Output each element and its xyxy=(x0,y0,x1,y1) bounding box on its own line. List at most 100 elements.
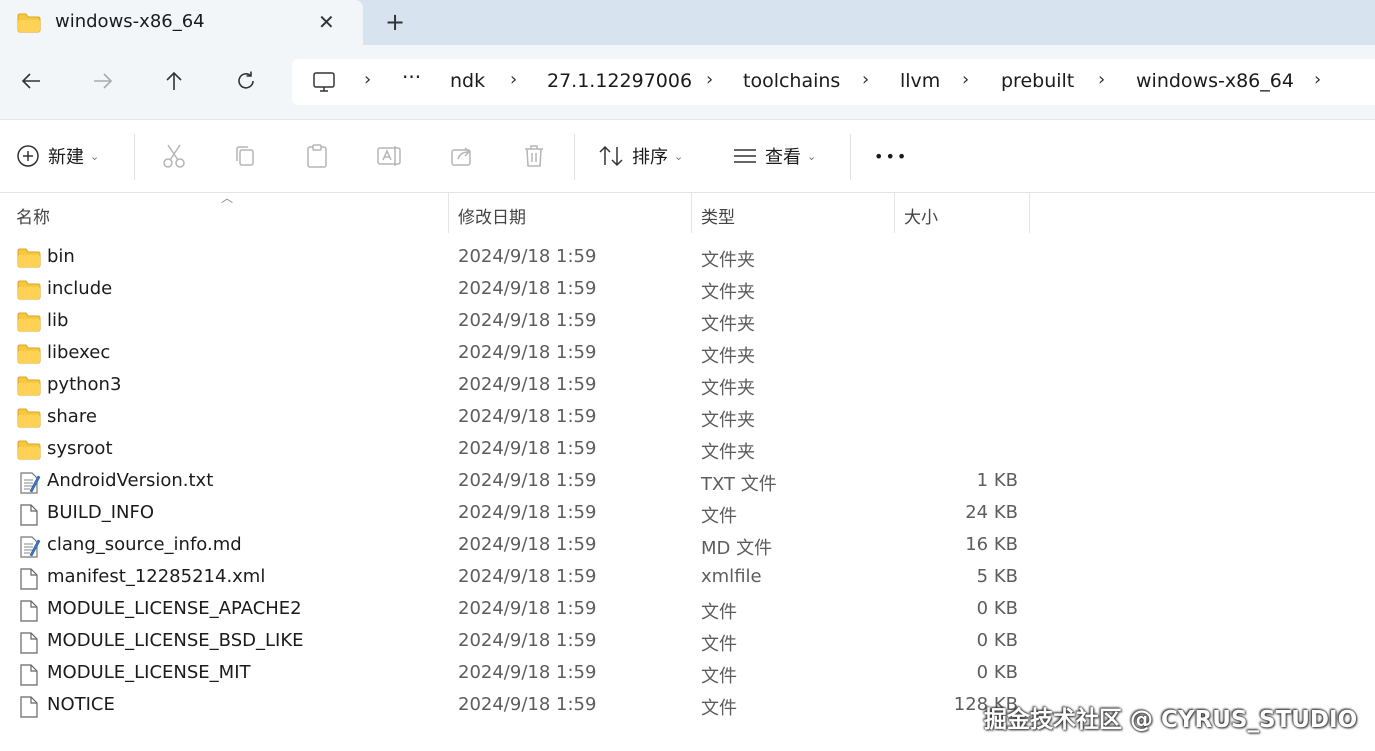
file-name: MODULE_LICENSE_APACHE2 xyxy=(47,598,302,619)
file-row[interactable]: bin 2024/9/18 1:59 文件夹 xyxy=(0,242,1375,274)
chevron-right-icon[interactable]: › xyxy=(706,69,713,90)
column-size[interactable]: 大小 xyxy=(904,203,938,228)
rename-icon xyxy=(377,146,401,166)
file-date: 2024/9/18 1:59 xyxy=(458,598,597,619)
file-row[interactable]: MODULE_LICENSE_MIT 2024/9/18 1:59 文件 0 KB xyxy=(0,658,1375,690)
share-button[interactable] xyxy=(450,142,474,170)
file-row[interactable]: share 2024/9/18 1:59 文件夹 xyxy=(0,402,1375,434)
file-date: 2024/9/18 1:59 xyxy=(458,342,597,363)
text-file-icon xyxy=(20,472,41,494)
column-divider[interactable] xyxy=(1029,193,1030,233)
column-date[interactable]: 修改日期 xyxy=(458,203,526,228)
file-row[interactable]: MODULE_LICENSE_APACHE2 2024/9/18 1:59 文件 0 … xyxy=(0,594,1375,626)
more-options-icon[interactable]: ••• xyxy=(874,142,908,170)
column-header: ︿ 名称 修改日期 类型 大小 xyxy=(0,191,1375,235)
arrow-right-icon xyxy=(94,73,113,89)
file-date: 2024/9/18 1:59 xyxy=(458,278,597,299)
file-icon xyxy=(20,696,38,718)
rename-button[interactable] xyxy=(377,142,403,170)
breadcrumb-prebuilt[interactable]: prebuilt xyxy=(1001,70,1074,92)
toolbar-divider xyxy=(850,134,851,180)
file-type: 文件夹 xyxy=(701,410,755,431)
breadcrumb-version[interactable]: 27.1.12297006 xyxy=(547,70,692,92)
folder-icon xyxy=(17,312,41,332)
tab-windows-x86_64[interactable]: windows-x86_64 ✕ xyxy=(0,0,363,45)
breadcrumb-llvm[interactable]: llvm xyxy=(900,70,940,92)
column-divider[interactable] xyxy=(894,193,895,233)
toolbar-divider xyxy=(574,134,575,180)
file-row[interactable]: MODULE_LICENSE_BSD_LIKE 2024/9/18 1:59 文件 0… xyxy=(0,626,1375,658)
file-date: 2024/9/18 1:59 xyxy=(458,438,597,459)
file-row[interactable]: include 2024/9/18 1:59 文件夹 xyxy=(0,274,1375,306)
column-divider[interactable] xyxy=(448,193,449,233)
folder-icon xyxy=(17,13,41,33)
breadcrumb-ndk[interactable]: ndk xyxy=(450,70,485,92)
file-date: 2024/9/18 1:59 xyxy=(458,310,597,331)
address-bar[interactable]: › ··· ndk › 27.1.12297006 › toolchains ›… xyxy=(292,59,1375,105)
chevron-right-icon[interactable]: › xyxy=(1314,69,1321,90)
paste-button[interactable] xyxy=(305,142,329,170)
file-row[interactable]: AndroidVersion.txt 2024/9/18 1:59 TXT 文件 1 … xyxy=(0,466,1375,498)
chevron-right-icon[interactable]: › xyxy=(364,69,371,90)
back-button[interactable] xyxy=(16,66,46,96)
forward-button[interactable] xyxy=(88,66,118,96)
file-size: 16 KB xyxy=(965,534,1018,555)
new-tab-icon[interactable]: + xyxy=(385,8,405,36)
file-size: 5 KB xyxy=(976,566,1018,587)
cut-button[interactable] xyxy=(162,142,186,170)
file-type: 文件夹 xyxy=(701,346,755,367)
file-date: 2024/9/18 1:59 xyxy=(458,566,597,587)
file-row[interactable]: clang_source_info.md 2024/9/18 1:59 MD 文件 1… xyxy=(0,530,1375,562)
file-row[interactable]: manifest_12285214.xml 2024/9/18 1:59 xmlfi… xyxy=(0,562,1375,594)
file-row[interactable]: BUILD_INFO 2024/9/18 1:59 文件 24 KB xyxy=(0,498,1375,530)
close-tab-icon[interactable]: ✕ xyxy=(318,9,335,35)
new-button[interactable]: 新建 ⌄ xyxy=(16,142,99,170)
new-button-label: 新建 xyxy=(48,147,84,168)
up-button[interactable] xyxy=(159,66,189,96)
view-button[interactable]: 查看 ⌄ xyxy=(733,142,816,170)
file-date: 2024/9/18 1:59 xyxy=(458,662,597,683)
chevron-right-icon[interactable]: › xyxy=(1098,69,1105,90)
file-type: 文件夹 xyxy=(701,250,755,271)
sort-button[interactable]: 排序 ⌄ xyxy=(598,142,683,170)
file-name: MODULE_LICENSE_MIT xyxy=(47,662,251,683)
text-file-icon xyxy=(20,536,41,558)
column-divider[interactable] xyxy=(691,193,692,233)
file-date: 2024/9/18 1:59 xyxy=(458,374,597,395)
file-name: BUILD_INFO xyxy=(47,502,155,523)
refresh-icon xyxy=(238,71,254,89)
chevron-down-icon: ⌄ xyxy=(90,149,100,163)
file-type: 文件夹 xyxy=(701,442,755,463)
arrow-left-icon xyxy=(21,73,40,89)
refresh-button[interactable] xyxy=(231,66,261,96)
navigation-bar: › ··· ndk › 27.1.12297006 › toolchains ›… xyxy=(0,45,1375,119)
file-type: 文件夹 xyxy=(701,282,755,303)
computer-icon xyxy=(313,72,335,92)
folder-icon xyxy=(17,440,41,460)
file-row[interactable]: libexec 2024/9/18 1:59 文件夹 xyxy=(0,338,1375,370)
file-row[interactable]: python3 2024/9/18 1:59 文件夹 xyxy=(0,370,1375,402)
file-icon xyxy=(20,568,38,590)
sort-button-label: 排序 xyxy=(632,147,668,168)
breadcrumb-overflow[interactable]: ··· xyxy=(402,65,421,89)
chevron-down-icon: ⌄ xyxy=(674,149,684,163)
file-row[interactable]: lib 2024/9/18 1:59 文件夹 xyxy=(0,306,1375,338)
copy-button[interactable] xyxy=(233,142,257,170)
breadcrumb-windows-x86_64[interactable]: windows-x86_64 xyxy=(1136,70,1294,92)
chevron-right-icon[interactable]: › xyxy=(510,69,517,90)
chevron-right-icon[interactable]: › xyxy=(962,69,969,90)
folder-icon xyxy=(17,280,41,300)
file-size: 0 KB xyxy=(976,598,1018,619)
column-name[interactable]: 名称 xyxy=(16,203,50,228)
folder-icon xyxy=(17,408,41,428)
file-row[interactable]: sysroot 2024/9/18 1:59 文件夹 xyxy=(0,434,1375,466)
column-type[interactable]: 类型 xyxy=(701,203,735,228)
clipboard-icon xyxy=(307,144,327,168)
chevron-right-icon[interactable]: › xyxy=(862,69,869,90)
file-type: 文件夹 xyxy=(701,378,755,399)
delete-button[interactable] xyxy=(522,142,546,170)
toolbar-divider xyxy=(134,134,135,180)
command-bar: 新建 ⌄ 排序 ⌄ 查看 ⌄ ••• xyxy=(0,119,1375,193)
share-icon xyxy=(451,147,471,166)
breadcrumb-toolchains[interactable]: toolchains xyxy=(743,70,840,92)
